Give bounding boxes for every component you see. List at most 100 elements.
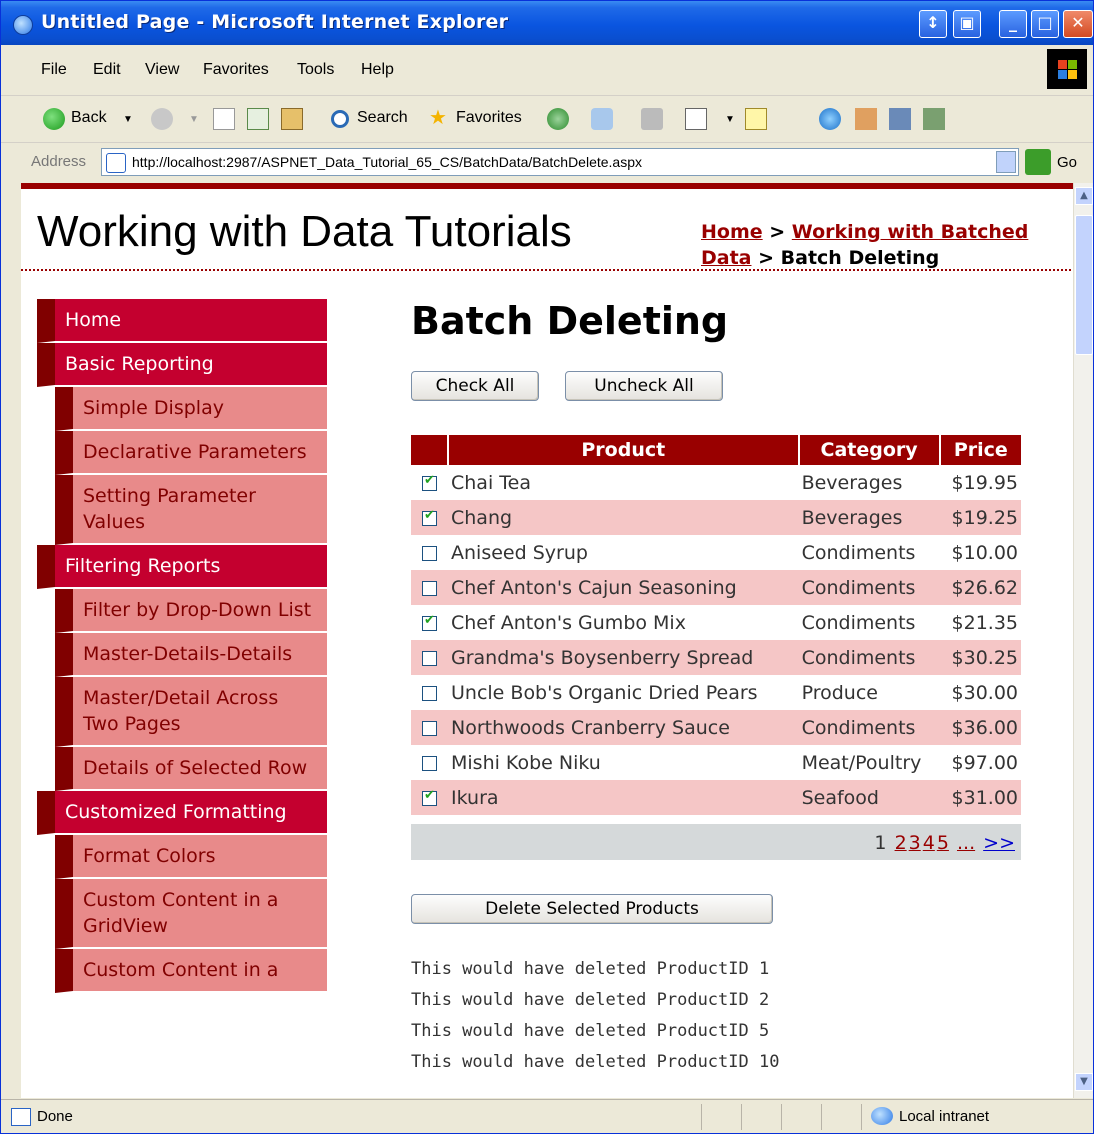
history-icon[interactable] — [547, 108, 569, 130]
product-category: Seafood — [798, 780, 940, 815]
title-bar: Untitled Page - Microsoft Internet Explo… — [1, 1, 1093, 45]
maximize-button[interactable]: □ — [1031, 10, 1059, 38]
sidebar-category-filtering-reports[interactable]: Filtering Reports — [37, 545, 327, 589]
research-icon[interactable] — [855, 108, 877, 130]
sidebar-item-label: Declarative Parameters — [83, 441, 307, 463]
pager-page-link[interactable]: 5 — [937, 832, 949, 854]
row-checkbox[interactable] — [422, 545, 437, 561]
sidebar-item-custom-content-partial[interactable]: Custom Content in a — [55, 949, 327, 993]
sidebar-item-label: Format Colors — [83, 845, 216, 867]
back-button[interactable]: Back — [71, 109, 107, 127]
pager-page-link[interactable]: 2 — [895, 832, 907, 854]
sidebar-item-filter-by-dropdown[interactable]: Filter by Drop-Down List — [55, 589, 327, 633]
back-arrow-icon[interactable] — [43, 108, 65, 130]
sidebar-category-basic-reporting[interactable]: Basic Reporting — [37, 343, 327, 387]
address-label: Address — [31, 153, 87, 170]
scroll-down-icon[interactable]: ▼ — [1075, 1073, 1093, 1091]
sidebar-item-declarative-parameters[interactable]: Declarative Parameters — [55, 431, 327, 475]
discuss-icon[interactable] — [745, 108, 767, 130]
row-checkbox[interactable] — [422, 508, 437, 526]
vertical-scrollbar[interactable]: ▲ ▼ — [1073, 183, 1093, 1098]
row-checkbox[interactable] — [422, 685, 437, 701]
favorites-star-icon[interactable]: ★ — [429, 105, 447, 130]
address-input[interactable]: http://localhost:2987/ASPNET_Data_Tutori… — [101, 148, 1019, 176]
sidebar-item-simple-display[interactable]: Simple Display — [55, 387, 327, 431]
pager-next-link[interactable]: >> — [983, 832, 1015, 854]
check-all-button[interactable]: Check All — [411, 371, 539, 401]
product-category: Meat/Poultry — [801, 751, 922, 774]
go-arrow-icon[interactable] — [1025, 149, 1051, 175]
security-zone: Local intranet — [899, 1108, 990, 1125]
stop-icon[interactable] — [213, 108, 235, 130]
sidebar-item-label: Setting Parameter Values — [83, 485, 256, 533]
refresh-icon[interactable] — [247, 108, 269, 130]
product-category: Beverages — [801, 471, 903, 494]
breadcrumb-home-link[interactable]: Home — [701, 221, 763, 243]
table-row: Chef Anton's Gumbo Mix Condiments $21.35 — [411, 605, 1021, 640]
sidebar-category-label: Customized Formatting — [65, 801, 287, 823]
scroll-thumb[interactable] — [1075, 215, 1093, 355]
product-price: $97.00 — [951, 751, 1018, 774]
sidebar-item-label: Simple Display — [83, 397, 224, 419]
search-button[interactable]: Search — [357, 109, 408, 127]
tool-icon-1[interactable] — [889, 108, 911, 130]
address-url[interactable]: http://localhost:2987/ASPNET_Data_Tutori… — [132, 154, 642, 170]
menu-help[interactable]: Help — [361, 61, 394, 79]
menu-view[interactable]: View — [145, 61, 179, 79]
home-icon[interactable] — [281, 108, 303, 130]
row-checkbox[interactable] — [422, 788, 437, 806]
delete-selected-button[interactable]: Delete Selected Products — [411, 894, 773, 924]
menu-tools[interactable]: Tools — [297, 61, 334, 79]
edit-dropdown-icon[interactable]: ▼ — [725, 114, 735, 125]
edit-word-icon[interactable] — [685, 108, 707, 130]
tbtn-extra1-icon[interactable]: ↕ — [919, 10, 947, 38]
sidebar-category-home[interactable]: Home — [37, 299, 327, 343]
pager-ellipsis-link[interactable]: ... — [957, 832, 975, 854]
messenger-icon[interactable] — [819, 108, 841, 130]
tbtn-extra2-icon[interactable]: ▣ — [953, 10, 981, 38]
product-price: $36.00 — [939, 710, 1021, 745]
header-divider — [21, 269, 1071, 271]
sidebar-item-details-selected-row[interactable]: Details of Selected Row — [55, 747, 327, 791]
row-checkbox[interactable] — [422, 755, 437, 771]
uncheck-all-button[interactable]: Uncheck All — [565, 371, 723, 401]
product-price: $31.00 — [939, 780, 1021, 815]
sidebar-item-format-colors[interactable]: Format Colors — [55, 835, 327, 879]
pager-page-link[interactable]: 4 — [923, 832, 935, 854]
row-checkbox[interactable] — [422, 650, 437, 666]
forward-arrow-icon[interactable] — [151, 108, 173, 130]
mail-icon[interactable] — [591, 108, 613, 130]
forward-dropdown-icon[interactable]: ▼ — [189, 114, 199, 125]
menu-edit[interactable]: Edit — [93, 61, 121, 79]
product-name: Aniseed Syrup — [451, 541, 588, 564]
row-checkbox[interactable] — [422, 613, 437, 631]
favorites-button[interactable]: Favorites — [456, 109, 522, 127]
search-icon[interactable] — [331, 110, 349, 128]
table-row: Chai Tea Beverages $19.95 — [411, 465, 1021, 500]
tool-icon-2[interactable] — [923, 108, 945, 130]
print-icon[interactable] — [641, 108, 663, 130]
sidebar-category-customized-formatting[interactable]: Customized Formatting — [37, 791, 327, 835]
status-divider — [701, 1104, 702, 1130]
row-checkbox[interactable] — [422, 720, 437, 736]
scroll-up-icon[interactable]: ▲ — [1075, 187, 1093, 205]
sidebar-item-master-details-details[interactable]: Master-Details-Details — [55, 633, 327, 677]
product-price: $30.25 — [939, 640, 1021, 675]
status-divider — [781, 1104, 782, 1130]
address-dropdown-icon[interactable] — [996, 151, 1016, 173]
go-button[interactable]: Go — [1057, 154, 1077, 171]
sidebar-item-master-detail-two-pages[interactable]: Master/Detail Across Two Pages — [55, 677, 327, 747]
menu-file[interactable]: File — [41, 61, 67, 79]
back-dropdown-icon[interactable]: ▼ — [123, 114, 133, 125]
pager-page-link[interactable]: 3 — [909, 832, 921, 854]
sidebar-item-custom-content-gridview[interactable]: Custom Content in a GridView — [55, 879, 327, 949]
product-category: Condiments — [798, 570, 940, 605]
product-price: $30.00 — [951, 681, 1018, 704]
close-button[interactable]: ✕ — [1063, 10, 1093, 38]
grid-header-category: Category — [798, 435, 941, 465]
sidebar-item-setting-parameter-values[interactable]: Setting Parameter Values — [55, 475, 327, 545]
row-checkbox[interactable] — [422, 580, 437, 596]
row-checkbox[interactable] — [422, 473, 437, 491]
menu-favorites[interactable]: Favorites — [203, 61, 269, 79]
minimize-button[interactable]: _ — [999, 10, 1027, 38]
